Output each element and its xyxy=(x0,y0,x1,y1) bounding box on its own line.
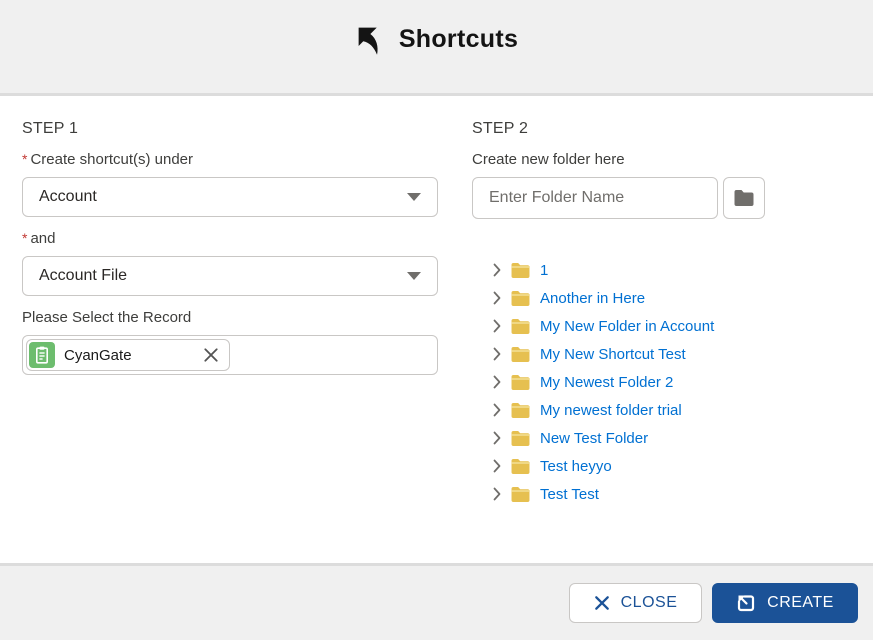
folder-tree-item[interactable]: My New Folder in Account xyxy=(493,312,858,340)
folder-tree-item[interactable]: My Newest Folder 2 xyxy=(493,368,858,396)
required-marker: * xyxy=(22,151,27,167)
modal-header: Shortcuts xyxy=(0,0,873,96)
create-button[interactable]: CREATE xyxy=(712,583,858,623)
folder-create-row xyxy=(472,177,858,219)
folder-icon xyxy=(510,402,531,419)
folder-name[interactable]: My Newest Folder 2 xyxy=(540,374,673,391)
required-marker: * xyxy=(22,230,27,246)
create-folder-button[interactable] xyxy=(723,177,765,219)
folder-name[interactable]: Test Test xyxy=(540,486,599,503)
modal-title: Shortcuts xyxy=(399,25,518,54)
folder-name[interactable]: 1 xyxy=(540,262,548,279)
folder-icon xyxy=(510,290,531,307)
chevron-down-icon xyxy=(407,193,421,201)
chevron-right-icon[interactable] xyxy=(493,263,501,277)
folder-icon xyxy=(510,262,531,279)
folder-tree-item[interactable]: Test Test xyxy=(493,480,858,508)
folder-tree-item[interactable]: 1 xyxy=(493,256,858,284)
folder-name[interactable]: New Test Folder xyxy=(540,430,648,447)
chevron-right-icon[interactable] xyxy=(493,487,501,501)
chevron-down-icon xyxy=(407,272,421,280)
folder-icon xyxy=(510,486,531,503)
folder-tree-item[interactable]: Another in Here xyxy=(493,284,858,312)
chevron-right-icon[interactable] xyxy=(493,347,501,361)
shortcut-arrow-icon xyxy=(355,24,384,56)
folder-tree-item[interactable]: Test heyyo xyxy=(493,452,858,480)
object-type-value: Account File xyxy=(39,267,127,285)
x-icon xyxy=(203,347,219,363)
record-select-label: Please Select the Record xyxy=(22,309,438,326)
step1-section: STEP 1 *Create shortcut(s) under Account… xyxy=(22,120,438,563)
step1-heading: STEP 1 xyxy=(22,120,438,138)
shortcuts-modal: Shortcuts STEP 1 *Create shortcut(s) und… xyxy=(0,0,873,640)
folder-tree: 1 Another in Here xyxy=(472,256,858,508)
create-folder-label: Create new folder here xyxy=(472,151,858,168)
create-shortcut-icon xyxy=(736,593,756,613)
folder-name[interactable]: Another in Here xyxy=(540,290,645,307)
modal-body: STEP 1 *Create shortcut(s) under Account… xyxy=(0,96,873,563)
and-label: *and xyxy=(22,230,438,247)
step2-section: STEP 2 Create new folder here xyxy=(472,120,858,563)
folder-name-input[interactable] xyxy=(472,177,718,219)
chevron-right-icon[interactable] xyxy=(493,375,501,389)
record-remove-button[interactable] xyxy=(201,345,221,365)
folder-icon xyxy=(510,346,531,363)
folder-icon xyxy=(733,189,755,207)
step2-heading: STEP 2 xyxy=(472,120,858,138)
create-button-label: CREATE xyxy=(767,594,834,612)
shortcut-under-value: Account xyxy=(39,188,97,206)
record-pill[interactable]: CyanGate xyxy=(26,339,230,371)
shortcut-under-select[interactable]: Account xyxy=(22,177,438,217)
x-icon xyxy=(594,595,610,611)
chevron-right-icon[interactable] xyxy=(493,403,501,417)
folder-tree-item[interactable]: My New Shortcut Test xyxy=(493,340,858,368)
folder-icon xyxy=(510,430,531,447)
folder-name[interactable]: My New Folder in Account xyxy=(540,318,714,335)
folder-icon xyxy=(510,458,531,475)
folder-name[interactable]: Test heyyo xyxy=(540,458,612,475)
modal-footer: CLOSE CREATE xyxy=(0,563,873,640)
folder-tree-item[interactable]: My newest folder trial xyxy=(493,396,858,424)
chevron-right-icon[interactable] xyxy=(493,319,501,333)
shortcut-under-label: *Create shortcut(s) under xyxy=(22,151,438,168)
close-button-label: CLOSE xyxy=(621,594,678,612)
folder-icon xyxy=(510,318,531,335)
folder-tree-item[interactable]: New Test Folder xyxy=(493,424,858,452)
chevron-right-icon[interactable] xyxy=(493,459,501,473)
folder-name[interactable]: My New Shortcut Test xyxy=(540,346,686,363)
chevron-right-icon[interactable] xyxy=(493,291,501,305)
folder-icon xyxy=(510,374,531,391)
close-button[interactable]: CLOSE xyxy=(569,583,702,623)
object-type-select[interactable]: Account File xyxy=(22,256,438,296)
record-pill-label: CyanGate xyxy=(64,347,201,364)
record-lookup-field[interactable]: CyanGate xyxy=(22,335,438,375)
record-clipboard-icon xyxy=(29,342,55,368)
folder-name[interactable]: My newest folder trial xyxy=(540,402,682,419)
chevron-right-icon[interactable] xyxy=(493,431,501,445)
